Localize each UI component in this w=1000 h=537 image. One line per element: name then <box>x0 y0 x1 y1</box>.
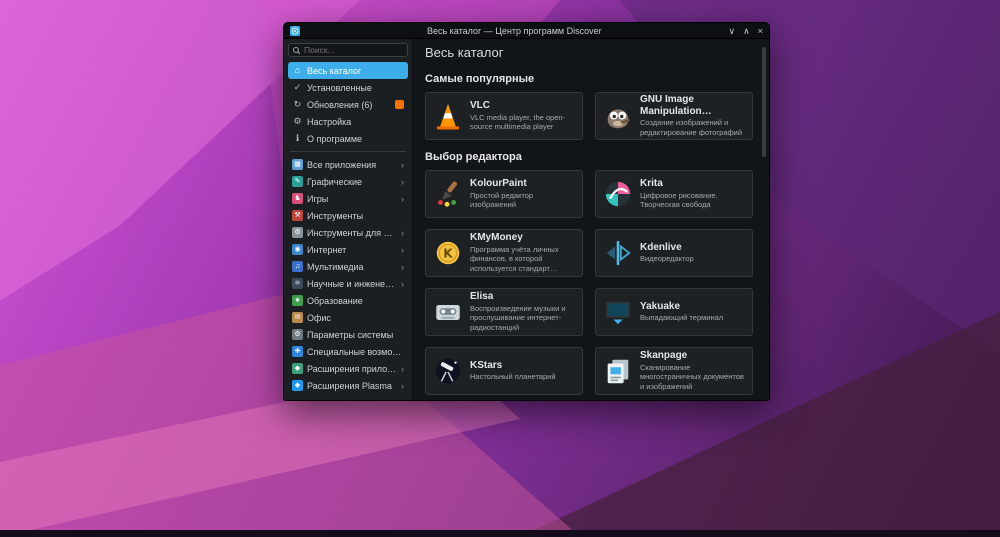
sidebar-category-multimedia[interactable]: ♫ Мультимедиа › <box>288 258 408 275</box>
science-icon: ⚛ <box>292 278 303 289</box>
app-card-kmymoney[interactable]: K KMyMoney Программа учёта личных финанс… <box>425 229 583 277</box>
internet-icon: ◉ <box>292 244 303 255</box>
app-card-elisa[interactable]: Elisa Воспроизведение музыки и прослушив… <box>425 288 583 336</box>
skanpage-icon <box>603 356 633 386</box>
page-title: Весь каталог <box>425 45 504 60</box>
sidebar: ⌂ Весь каталог ✓ Установленные ↻ Обновле… <box>284 39 413 400</box>
sidebar-category-graphics[interactable]: ✎ Графические › <box>288 173 408 190</box>
sidebar-categories: ▦ Все приложения › ✎ Графические › ♞ Игр… <box>288 156 408 394</box>
yakuake-icon <box>603 297 633 327</box>
svg-text:K: K <box>443 247 453 261</box>
sidebar-category-education[interactable]: ★ Образование <box>288 292 408 309</box>
chevron-right-icon: › <box>401 193 404 204</box>
app-card-kstars[interactable]: KStars Настольный планетарий <box>425 347 583 395</box>
chevron-right-icon: › <box>401 227 404 238</box>
about-icon: ℹ <box>295 133 300 143</box>
settings-icon: ⚙ <box>293 116 302 126</box>
plasma-addons-icon: ◆ <box>292 380 303 391</box>
installed-icon: ✓ <box>293 82 302 92</box>
main-content: Весь каталог Самые популярные VLC VLC me… <box>413 39 769 400</box>
desktop-wallpaper: Весь каталог — Центр программ Discover ∨… <box>0 0 1000 537</box>
sidebar-category-app-addons[interactable]: ◆ Расширения приложений › <box>288 360 408 377</box>
home-icon: ⌂ <box>294 65 301 75</box>
taskbar[interactable] <box>0 530 1000 537</box>
section-title-editors-choice: Выбор редактора <box>425 151 522 163</box>
kolourpaint-icon <box>433 179 463 209</box>
app-card-vlc[interactable]: VLC VLC media player, the open-source mu… <box>425 92 583 140</box>
sidebar-category-all-applications[interactable]: ▦ Все приложения › <box>288 156 408 173</box>
system-settings-icon: ⚙ <box>292 329 303 340</box>
updates-badge-icon <box>395 100 404 109</box>
popular-apps-grid: VLC VLC media player, the open-source mu… <box>425 92 753 140</box>
discover-window: Весь каталог — Центр программ Discover ∨… <box>283 22 770 401</box>
utilities-icon: ⚒ <box>292 210 303 221</box>
sidebar-item-about[interactable]: ℹ О программе <box>288 130 408 147</box>
discover-app-icon <box>290 25 300 36</box>
gimp-icon <box>603 101 633 131</box>
kdenlive-icon <box>603 238 633 268</box>
chevron-right-icon: › <box>401 159 404 170</box>
app-card-kdenlive[interactable]: Kdenlive Видеоредактор <box>595 229 753 277</box>
minimize-button[interactable]: ∨ <box>729 26 736 36</box>
sidebar-item-installed[interactable]: ✓ Установленные <box>288 79 408 96</box>
sidebar-category-internet[interactable]: ◉ Интернет › <box>288 241 408 258</box>
chevron-right-icon: › <box>401 363 404 374</box>
search-icon <box>292 46 301 54</box>
kmymoney-icon: K <box>433 238 463 268</box>
section-title-popular: Самые популярные <box>425 73 535 85</box>
sidebar-category-plasma-addons[interactable]: ◆ Расширения Plasma › <box>288 377 408 394</box>
development-icon: ⚙ <box>292 227 303 238</box>
window-title: Весь каталог — Центр программ Discover <box>426 25 602 36</box>
chevron-right-icon: › <box>401 380 404 391</box>
sidebar-separator <box>290 151 406 152</box>
search-box[interactable] <box>288 43 408 57</box>
office-icon: ✉ <box>292 312 303 323</box>
sidebar-category-system-settings[interactable]: ⚙ Параметры системы <box>288 326 408 343</box>
sidebar-category-office[interactable]: ✉ Офис <box>288 309 408 326</box>
app-card-skanpage[interactable]: Skanpage Сканирование многостраничных до… <box>595 347 753 395</box>
editors-choice-grid: KolourPaint Простой редактор изображений… <box>425 170 753 395</box>
vlc-icon <box>433 101 463 131</box>
app-card-krita[interactable]: Krita Цифровое рисование. Творческая сво… <box>595 170 753 218</box>
kstars-icon <box>433 356 463 386</box>
titlebar[interactable]: Весь каталог — Центр программ Discover ∨… <box>284 23 769 39</box>
multimedia-icon: ♫ <box>292 261 303 272</box>
sidebar-category-science[interactable]: ⚛ Научные и инженерные › <box>288 275 408 292</box>
sidebar-item-updates[interactable]: ↻ Обновления (6) <box>288 96 408 113</box>
search-input[interactable] <box>304 45 404 55</box>
chevron-right-icon: › <box>401 176 404 187</box>
app-card-gimp[interactable]: GNU Image Manipulation Program Создание … <box>595 92 753 140</box>
sidebar-category-development[interactable]: ⚙ Инструменты для разработки › <box>288 224 408 241</box>
accessibility-icon: ✚ <box>292 346 303 357</box>
scrollbar[interactable] <box>762 47 766 157</box>
app-addons-icon: ◆ <box>292 363 303 374</box>
sidebar-item-all-catalog[interactable]: ⌂ Весь каталог <box>288 62 408 79</box>
sidebar-category-accessibility[interactable]: ✚ Специальные возможности <box>288 343 408 360</box>
chevron-right-icon: › <box>401 244 404 255</box>
sidebar-category-games[interactable]: ♞ Игры › <box>288 190 408 207</box>
app-card-yakuake[interactable]: Yakuake Выпадающий терминал <box>595 288 753 336</box>
sidebar-nav: ⌂ Весь каталог ✓ Установленные ↻ Обновле… <box>288 62 408 147</box>
close-button[interactable]: × <box>758 26 763 36</box>
all-apps-icon: ▦ <box>292 159 303 170</box>
chevron-right-icon: › <box>401 261 404 272</box>
krita-icon <box>603 179 633 209</box>
app-card-kolourpaint[interactable]: KolourPaint Простой редактор изображений <box>425 170 583 218</box>
chevron-right-icon: › <box>401 278 404 289</box>
elisa-icon <box>433 297 463 327</box>
sidebar-category-utilities[interactable]: ⚒ Инструменты <box>288 207 408 224</box>
games-icon: ♞ <box>292 193 303 204</box>
graphics-icon: ✎ <box>292 176 303 187</box>
sidebar-item-settings[interactable]: ⚙ Настройка <box>288 113 408 130</box>
maximize-button[interactable]: ∧ <box>743 26 750 36</box>
updates-icon: ↻ <box>293 99 302 109</box>
education-icon: ★ <box>292 295 303 306</box>
